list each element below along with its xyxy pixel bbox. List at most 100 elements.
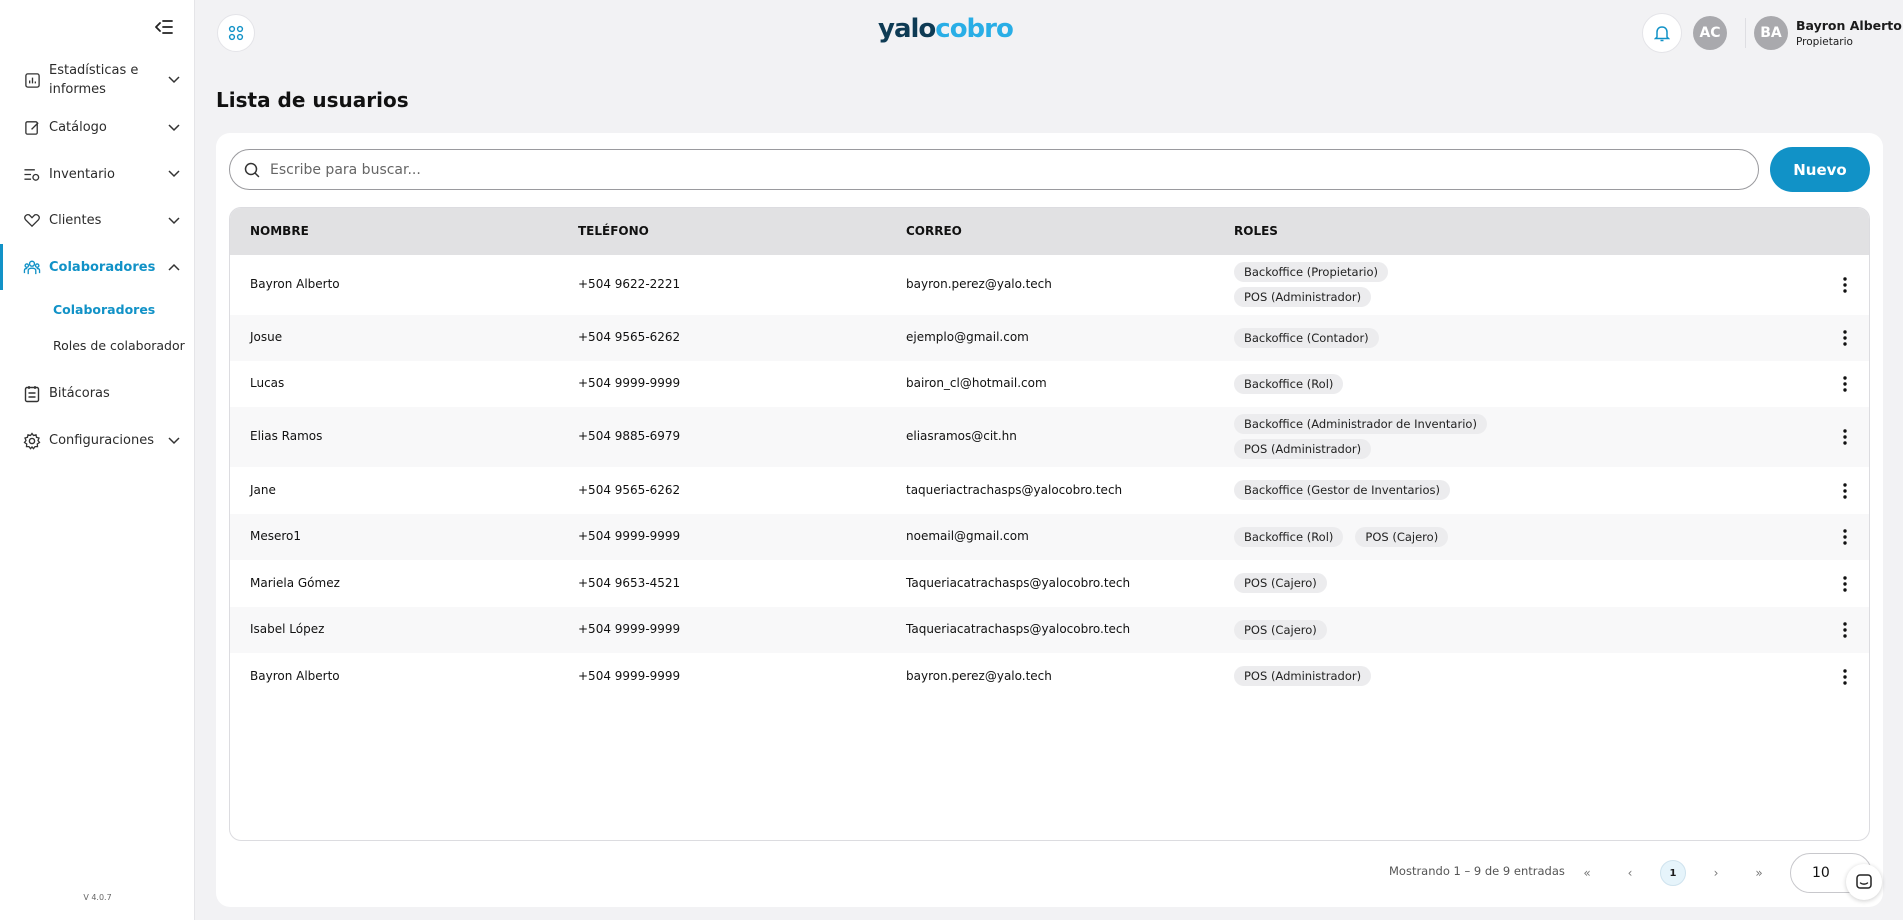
- prev-page-icon[interactable]: ‹: [1617, 860, 1643, 886]
- column-header-telefono[interactable]: TELÉFONO: [578, 224, 649, 238]
- first-page-icon[interactable]: «: [1574, 860, 1600, 886]
- next-page-icon[interactable]: ›: [1703, 860, 1729, 886]
- cell-email: bairon_cl@hotmail.com: [906, 376, 1047, 390]
- more-options-icon[interactable]: [1838, 276, 1852, 294]
- subitem-colaboradores[interactable]: Colaboradores: [0, 290, 195, 330]
- cell-email: eliasramos@cit.hn: [906, 429, 1017, 443]
- sidebar-item-colaboradores[interactable]: Colaboradores: [0, 244, 195, 290]
- sidebar-item-label: Estadísticas e informes: [49, 63, 139, 97]
- sidebar-item-label: Bitácoras: [49, 386, 110, 401]
- role-chip: POS (Administrador): [1234, 438, 1372, 459]
- more-options-icon[interactable]: [1838, 528, 1852, 546]
- role-chip: Backoffice (Gestor de Inventarios): [1234, 480, 1450, 500]
- cell-email: bayron.perez@yalo.tech: [906, 668, 1052, 683]
- handshake-heart-icon: [23, 212, 41, 230]
- more-options-icon[interactable]: [1838, 329, 1852, 347]
- cell-roles: Backoffice (Administrador de Inventario)…: [1234, 413, 1734, 459]
- last-page-icon[interactable]: »: [1746, 860, 1772, 886]
- chevron-up-icon: [167, 260, 181, 274]
- table-row[interactable]: Elias Ramos +504 9885-6979 eliasramos@cit.…: [230, 407, 1869, 467]
- subitem-roles-colaborador[interactable]: Roles de colaborador: [0, 330, 195, 370]
- users-table: NOMBRE TELÉFONO CORREO ROLES Bayron Albe…: [229, 207, 1870, 841]
- sidebar-item-label: Catálogo: [49, 120, 107, 135]
- topbar: yalocobro AC BA Bayron Alberto Propietar…: [195, 0, 1903, 66]
- table-row[interactable]: Mariela Gómez +504 9653-4521 Taqueriacatra…: [230, 560, 1869, 607]
- column-header-nombre[interactable]: NOMBRE: [250, 224, 309, 238]
- clipboard-icon: [23, 385, 41, 403]
- user-name[interactable]: Bayron Alberto: [1796, 18, 1902, 33]
- sidebar-item-catalogo[interactable]: Catálogo: [0, 104, 195, 151]
- table-row[interactable]: Bayron Alberto +504 9622-2221 bayron.perez…: [230, 255, 1869, 315]
- role-chip: POS (Administrador): [1234, 666, 1372, 686]
- avatar-secondary[interactable]: AC: [1693, 16, 1727, 50]
- sidebar-item-estadisticas[interactable]: Estadísticas e informes: [0, 56, 195, 104]
- apps-grid-button[interactable]: [217, 14, 255, 52]
- sidebar-item-configuraciones[interactable]: Configuraciones: [0, 417, 195, 464]
- more-options-icon[interactable]: [1838, 575, 1852, 593]
- sidebar-item-inventario[interactable]: Inventario: [0, 151, 195, 197]
- cell-name: Bayron Alberto: [250, 668, 340, 683]
- cell-phone: +504 9999-9999: [578, 529, 681, 543]
- table-row[interactable]: Isabel López +504 9999-9999 Taqueriacatrac…: [230, 607, 1869, 653]
- chevron-down-icon: [167, 434, 181, 448]
- more-options-icon[interactable]: [1838, 621, 1852, 639]
- role-chip: POS (Cajero): [1234, 619, 1327, 640]
- cell-name: Josue: [250, 330, 283, 344]
- search-box[interactable]: [229, 149, 1759, 190]
- team-icon: [23, 258, 41, 276]
- chat-icon: [1856, 874, 1872, 889]
- sidebar-item-clientes[interactable]: Clientes: [0, 197, 195, 244]
- cell-email: Taqueriacatrachasps@yalocobro.tech: [906, 622, 1131, 636]
- sidebar-item-label: Inventario: [49, 166, 115, 182]
- table-row[interactable]: Bayron Alberto +504 9999-9999 bayron.perez…: [230, 653, 1869, 700]
- new-user-button[interactable]: Nuevo: [1770, 147, 1870, 192]
- pagination: Mostrando 1 – 9 de 9 entradas « ‹ 1 › » …: [216, 851, 1883, 893]
- cell-name: Bayron Alberto: [250, 277, 340, 291]
- sidebar-item-label: Colaboradores: [49, 259, 156, 275]
- cell-name: Lucas: [250, 376, 285, 390]
- cell-name: Mariela Gómez: [250, 575, 340, 590]
- cell-roles: POS (Cajero): [1234, 573, 1734, 593]
- cell-phone: +504 9653-4521: [578, 575, 681, 590]
- search-icon: [244, 162, 260, 177]
- cell-phone: +504 9999-9999: [578, 376, 681, 390]
- table-body: Bayron Alberto +504 9622-2221 bayron.perez…: [230, 255, 1869, 700]
- role-chip: Backoffice (Rol): [1234, 526, 1344, 547]
- gear-icon: [23, 431, 41, 450]
- yalocobro-logo: yalocobro: [878, 14, 1014, 44]
- table-row[interactable]: Jane +504 9565-6262 taqueriactrachasps@yal…: [230, 467, 1869, 514]
- cell-phone: +504 9565-6262: [578, 482, 681, 497]
- cell-email: Taqueriacatrachasps@yalocobro.tech: [906, 575, 1131, 590]
- cell-phone: +504 9999-9999: [578, 668, 681, 683]
- cell-phone: +504 9565-6262: [578, 330, 681, 344]
- table-row[interactable]: Lucas +504 9999-9999 bairon_cl@hotmail.com…: [230, 361, 1869, 407]
- cell-email: noemail@gmail.com: [906, 529, 1029, 543]
- more-options-icon[interactable]: [1838, 375, 1852, 393]
- avatar[interactable]: BA: [1754, 16, 1788, 50]
- chat-support-button[interactable]: [1846, 864, 1882, 900]
- notifications-button[interactable]: [1642, 13, 1682, 53]
- inventory-settings-icon: [23, 165, 41, 183]
- chevron-down-icon: [167, 121, 181, 135]
- table-row[interactable]: Mesero1 +504 9999-9999 noemail@gmail.com Ba…: [230, 514, 1869, 560]
- collapse-sidebar-icon[interactable]: [154, 17, 174, 37]
- page-title: Lista de usuarios: [216, 88, 409, 112]
- cell-phone: +504 9999-9999: [578, 622, 681, 636]
- search-input[interactable]: [270, 161, 1670, 178]
- sidebar-item-bitacoras[interactable]: Bitácoras: [0, 370, 195, 417]
- column-header-correo[interactable]: CORREO: [906, 224, 962, 238]
- cell-name: Elias Ramos: [250, 429, 323, 443]
- table-row[interactable]: Josue +504 9565-6262 ejemplo@gmail.com Back…: [230, 315, 1869, 361]
- page-button-current[interactable]: 1: [1660, 860, 1686, 886]
- catalog-edit-icon: [23, 119, 41, 137]
- users-card: Nuevo NOMBRE TELÉFONO CORREO ROLES Bayro…: [216, 133, 1883, 907]
- role-chip: Backoffice (Administrador de Inventario): [1234, 413, 1487, 434]
- more-options-icon[interactable]: [1838, 428, 1852, 446]
- cell-roles: POS (Administrador): [1234, 666, 1734, 686]
- role-chip: POS (Cajero): [1355, 526, 1449, 547]
- column-header-roles[interactable]: ROLES: [1234, 224, 1734, 238]
- more-options-icon[interactable]: [1838, 482, 1852, 500]
- sidebar-item-label: Configuraciones: [49, 433, 154, 448]
- cell-roles: Backoffice (Propietario) POS (Administrad…: [1234, 261, 1734, 307]
- more-options-icon[interactable]: [1838, 668, 1852, 686]
